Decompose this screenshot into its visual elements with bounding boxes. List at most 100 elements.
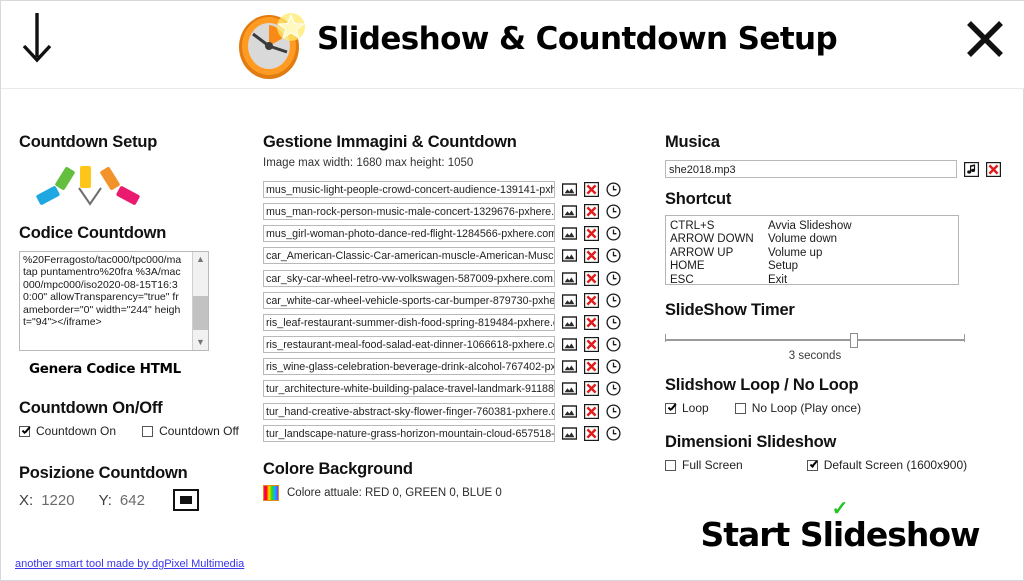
clock-icon[interactable]	[606, 315, 621, 330]
image-path-input[interactable]: car_sky-car-wheel-retro-vw-volkswagen-58…	[263, 269, 555, 287]
image-row: car_American-Classic-Car-american-muscle…	[263, 246, 653, 267]
delete-icon[interactable]	[583, 381, 600, 397]
color-swatch-icon[interactable]	[263, 484, 279, 501]
start-slideshow-button[interactable]: ✓ Start Slideshow	[665, 499, 1015, 554]
dimensioni-row: Full Screen Default Screen (1600x900)	[665, 458, 1011, 472]
scrollbar-thumb[interactable]	[193, 296, 208, 330]
image-row: mus_man-rock-person-music-male-concert-1…	[263, 201, 653, 222]
clock-icon[interactable]	[606, 226, 621, 241]
countdown-logo-icon	[35, 164, 145, 210]
shortcut-key: HOME	[670, 260, 705, 273]
picture-icon[interactable]	[561, 293, 578, 308]
clock-icon[interactable]	[606, 293, 621, 308]
clock-icon[interactable]	[606, 404, 621, 419]
picture-icon[interactable]	[561, 359, 578, 374]
image-path-input[interactable]: mus_music-light-people-crowd-concert-aud…	[263, 180, 555, 198]
delete-icon[interactable]	[583, 225, 600, 242]
left-panel: Countdown Setup Codice Countdown %20Ferr…	[19, 133, 247, 511]
slideshow-timer-title: SlideShow Timer	[665, 301, 795, 319]
image-path-input[interactable]: tur_landscape-nature-grass-horizon-mount…	[263, 424, 555, 442]
picture-icon[interactable]	[561, 182, 578, 197]
delete-icon[interactable]	[583, 181, 600, 197]
full-screen-label: Full Screen	[682, 458, 743, 472]
image-row: tur_hand-creative-abstract-sky-flower-fi…	[263, 401, 653, 422]
loop-checkbox[interactable]	[665, 402, 676, 414]
slider-thumb[interactable]	[850, 333, 858, 348]
clock-icon[interactable]	[606, 182, 621, 197]
clock-icon[interactable]	[606, 359, 621, 374]
image-path-input[interactable]: ris_leaf-restaurant-summer-dish-food-spr…	[263, 313, 555, 331]
delete-icon[interactable]	[583, 336, 600, 353]
shortcut-key: CTRL+S	[670, 220, 715, 232]
posizione-row: X: 1220 Y: 642	[19, 489, 247, 511]
delete-icon[interactable]	[583, 248, 600, 264]
shortcut-title: Shortcut	[665, 190, 732, 208]
screen-icon[interactable]	[172, 489, 199, 511]
shortcut-action: Setup	[768, 260, 799, 273]
delete-icon[interactable]	[583, 270, 600, 286]
image-path-input[interactable]: ris_wine-glass-celebration-beverage-drin…	[263, 358, 555, 376]
shortcut-key: ARROW DOWN	[670, 233, 754, 246]
shortcut-row: ARROW DOWN Volume down	[670, 233, 958, 246]
musica-delete-icon[interactable]	[985, 161, 1002, 177]
credit-link[interactable]: another smart tool made by dgPixel Multi…	[15, 558, 244, 570]
picture-icon[interactable]	[561, 204, 578, 219]
full-screen-checkbox[interactable]	[665, 459, 676, 471]
codice-countdown-textarea[interactable]: %20Ferragosto/tac000/tpc000/matap puntam…	[19, 251, 209, 351]
picture-icon[interactable]	[561, 315, 578, 330]
slideshow-timer-slider[interactable]	[665, 332, 965, 348]
scroll-down-icon[interactable]: ▼	[193, 335, 208, 350]
music-note-icon[interactable]	[963, 161, 980, 177]
default-screen-checkbox[interactable]	[806, 459, 818, 471]
slider-track	[665, 339, 965, 341]
y-label: Y:	[98, 491, 112, 509]
countdown-on-label: Countdown On	[36, 424, 117, 438]
musica-row: she2018.mp3	[665, 160, 1011, 178]
image-row: mus_girl-woman-photo-dance-red-flight-12…	[263, 223, 653, 244]
delete-icon[interactable]	[583, 292, 600, 308]
picture-icon[interactable]	[561, 404, 578, 419]
start-slideshow-label: Start Slideshow	[700, 515, 980, 554]
shortcut-key: ARROW UP	[670, 246, 734, 259]
image-path-input[interactable]: tur_hand-creative-abstract-sky-flower-fi…	[263, 402, 555, 420]
delete-icon[interactable]	[583, 359, 600, 375]
image-path-input[interactable]: tur_architecture-white-building-palace-t…	[263, 380, 555, 398]
shortcut-row: HOME Setup	[670, 260, 958, 273]
picture-icon[interactable]	[561, 248, 578, 263]
close-icon[interactable]	[959, 11, 1011, 65]
picture-icon[interactable]	[561, 226, 578, 241]
image-path-input[interactable]: mus_man-rock-person-music-male-concert-1…	[263, 202, 555, 220]
clock-icon[interactable]	[606, 204, 621, 219]
image-path-input[interactable]: car_white-car-wheel-vehicle-sports-car-b…	[263, 291, 555, 309]
clock-icon[interactable]	[606, 270, 621, 286]
image-path-input[interactable]: ris_restaurant-meal-food-salad-eat-dinne…	[263, 336, 555, 354]
y-value: 642	[119, 491, 145, 509]
image-path-input[interactable]: mus_girl-woman-photo-dance-red-flight-12…	[263, 225, 555, 243]
clock-icon[interactable]	[606, 337, 621, 352]
no-loop-checkbox[interactable]	[734, 402, 746, 414]
image-row: mus_music-light-people-crowd-concert-aud…	[263, 179, 653, 200]
picture-icon[interactable]	[561, 337, 578, 352]
loop-row: Loop No Loop (Play once)	[665, 401, 1011, 415]
image-max-size-note: Image max width: 1680 max height: 1050	[263, 157, 474, 169]
clock-icon[interactable]	[606, 248, 621, 263]
arrow-down-icon[interactable]	[13, 9, 61, 67]
countdown-off-checkbox[interactable]	[142, 425, 154, 437]
picture-icon[interactable]	[561, 426, 578, 441]
genera-codice-html-button[interactable]: Genera Codice HTML	[29, 361, 247, 377]
right-panel: Musica she2018.mp3 Shortcut CTRL+S Avvia…	[665, 133, 1011, 472]
colore-background-title: Colore Background	[263, 459, 413, 478]
delete-icon[interactable]	[583, 314, 600, 331]
scroll-up-icon[interactable]: ▲	[193, 252, 208, 267]
clock-icon[interactable]	[606, 426, 621, 441]
musica-input[interactable]: she2018.mp3	[665, 160, 957, 178]
countdown-on-checkbox[interactable]	[19, 425, 30, 437]
image-path-input[interactable]: car_American-Classic-Car-american-muscle…	[263, 247, 555, 265]
delete-icon[interactable]	[583, 403, 600, 419]
delete-icon[interactable]	[583, 203, 600, 220]
clock-icon[interactable]	[606, 381, 621, 397]
delete-icon[interactable]	[583, 425, 600, 442]
codice-scrollbar[interactable]: ▲ ▼	[192, 252, 208, 350]
picture-icon[interactable]	[561, 271, 578, 286]
picture-icon[interactable]	[561, 381, 578, 396]
